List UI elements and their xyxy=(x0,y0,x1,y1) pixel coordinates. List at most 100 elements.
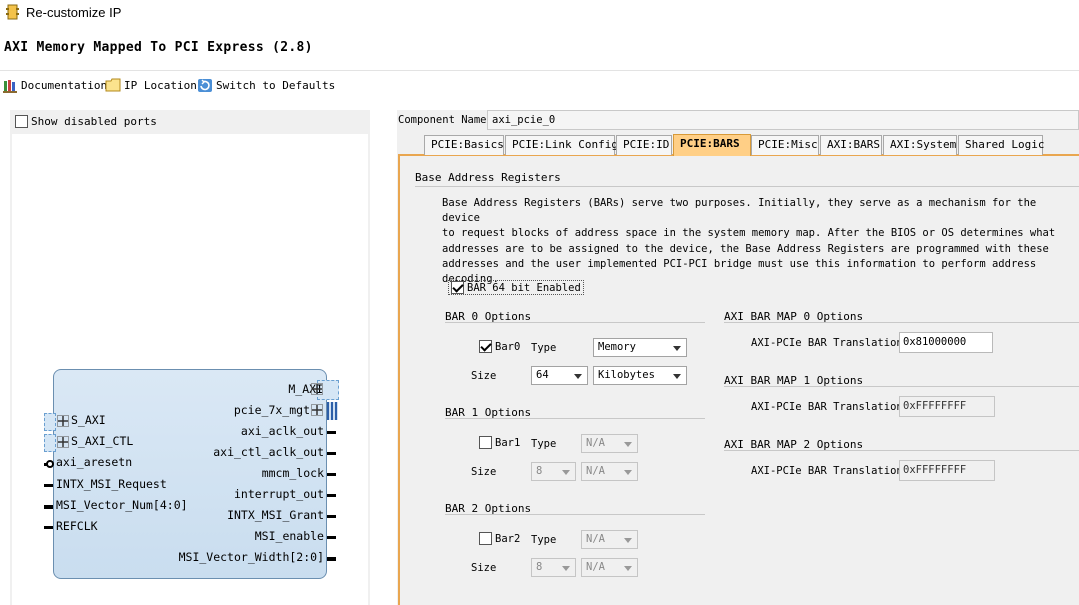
port-stub xyxy=(327,557,336,561)
bar0-unit-select[interactable]: Kilobytes xyxy=(593,366,687,385)
ip-location-button[interactable]: IP Location xyxy=(105,76,197,94)
chevron-down-icon xyxy=(624,566,632,571)
tab-pcie-basics[interactable]: PCIE:Basics xyxy=(424,135,504,155)
bar0-type-select[interactable]: Memory xyxy=(593,338,687,357)
plus-icon xyxy=(311,404,323,416)
chevron-down-icon xyxy=(624,470,632,475)
window-title: Re-customize IP xyxy=(26,5,122,20)
chevron-down-icon xyxy=(574,374,582,379)
port-stub xyxy=(44,484,53,487)
size-label: Size xyxy=(471,466,497,478)
bar64-checkbox[interactable]: BAR 64 bit Enabled xyxy=(448,280,584,295)
component-name-field[interactable]: axi_pcie_0 xyxy=(487,110,1079,130)
port-intx-msi-request[interactable]: INTX_MSI_Request xyxy=(56,477,167,491)
type-label: Type xyxy=(531,534,557,546)
translation-label: AXI-PCIe BAR Translation xyxy=(751,465,903,477)
section-divider xyxy=(445,514,705,515)
bar2-type-select[interactable]: N/A xyxy=(581,530,638,549)
port-stub xyxy=(44,526,53,529)
checkbox-box[interactable] xyxy=(479,436,492,449)
chevron-down-icon xyxy=(624,538,632,543)
bar0-size-select[interactable]: 64 xyxy=(531,366,588,385)
s-axi-ctl-port-marker xyxy=(44,434,56,452)
documentation-button[interactable]: Documentation xyxy=(3,76,107,94)
port-msi-enable[interactable]: MSI_enable xyxy=(160,529,324,543)
port-pcie-7x-mgt[interactable]: pcie_7x_mgt xyxy=(200,403,310,417)
port-stub xyxy=(327,473,336,476)
switch-defaults-label: Switch to Defaults xyxy=(216,78,336,92)
checkbox-box[interactable] xyxy=(479,340,492,353)
checkbox-box[interactable] xyxy=(451,281,464,294)
tab-axi-system[interactable]: AXI:System xyxy=(883,135,957,155)
section-title: Base Address Registers xyxy=(415,171,561,184)
type-label: Type xyxy=(531,438,557,450)
active-low-marker xyxy=(46,460,54,468)
tab-pcie-id[interactable]: PCIE:ID xyxy=(616,135,672,155)
tab-pcie-link-config[interactable]: PCIE:Link Config xyxy=(505,135,618,155)
port-stub xyxy=(327,494,336,497)
port-stub xyxy=(327,452,336,455)
port-mmcm-lock[interactable]: mmcm_lock xyxy=(160,466,324,480)
section-divider xyxy=(445,322,705,323)
bar1-size-select[interactable]: 8 xyxy=(531,462,576,481)
ip-location-label: IP Location xyxy=(124,78,197,92)
type-label: Type xyxy=(531,342,557,354)
port-stub xyxy=(327,536,336,539)
component-name-label: Component Name xyxy=(398,114,487,126)
bar0-checkbox[interactable]: Bar0 xyxy=(479,340,520,353)
port-refclk[interactable]: REFCLK xyxy=(56,519,98,533)
checkbox-box[interactable] xyxy=(479,532,492,545)
app-icon xyxy=(6,4,19,20)
ip-name-heading: AXI Memory Mapped To PCI Express (2.8) xyxy=(4,40,313,55)
port-axi-aresetn[interactable]: axi_aresetn xyxy=(56,455,132,469)
tab-shared-logic[interactable]: Shared Logic xyxy=(958,135,1044,155)
chevron-down-icon xyxy=(562,566,570,571)
tab-pcie-bars[interactable]: PCIE:BARS xyxy=(673,134,751,156)
folder-icon xyxy=(105,78,121,92)
chevron-down-icon xyxy=(562,470,570,475)
title-bar: Re-customize IP xyxy=(0,0,1079,26)
tab-axi-bars[interactable]: AXI:BARS xyxy=(820,135,882,155)
bar1-type-select[interactable]: N/A xyxy=(581,434,638,453)
documentation-label: Documentation xyxy=(21,78,108,92)
port-msi-vector-width[interactable]: MSI_Vector_Width[2:0] xyxy=(150,550,324,564)
size-label: Size xyxy=(471,370,497,382)
port-s-axi[interactable]: S_AXI xyxy=(71,413,106,427)
bar2-checkbox[interactable]: Bar2 xyxy=(479,532,520,545)
show-disabled-ports-label: Show disabled ports xyxy=(31,115,157,128)
section-divider xyxy=(415,186,1079,187)
bars-description: Base Address Registers (BARs) serve two … xyxy=(442,197,1056,286)
show-disabled-ports-checkbox[interactable]: Show disabled ports xyxy=(15,115,157,128)
chevron-down-icon xyxy=(673,346,681,351)
translation-label: AXI-PCIe BAR Translation xyxy=(751,401,903,413)
port-stub xyxy=(327,515,336,518)
port-axi-ctl-aclk-out[interactable]: axi_ctl_aclk_out xyxy=(160,445,324,459)
port-stub xyxy=(44,505,53,509)
plus-icon xyxy=(57,415,69,427)
map1-translation-field[interactable]: 0xFFFFFFFF xyxy=(899,396,995,417)
divider xyxy=(0,70,1079,71)
section-divider xyxy=(724,386,1079,387)
port-axi-aclk-out[interactable]: axi_aclk_out xyxy=(160,424,324,438)
books-icon xyxy=(3,79,17,93)
map2-translation-field[interactable]: 0xFFFFFFFF xyxy=(899,460,995,481)
pcie-mgt-port-marker xyxy=(327,402,338,420)
plus-icon xyxy=(311,383,323,395)
bar2-unit-select[interactable]: N/A xyxy=(581,558,638,577)
plus-icon xyxy=(57,436,69,448)
port-stub xyxy=(327,431,336,434)
bar1-checkbox[interactable]: Bar1 xyxy=(479,436,520,449)
checkbox-box[interactable] xyxy=(15,115,28,128)
port-msi-vector-num[interactable]: MSI_Vector_Num[4:0] xyxy=(56,498,188,512)
section-divider xyxy=(724,322,1079,323)
section-divider xyxy=(445,418,705,419)
chevron-down-icon xyxy=(673,374,681,379)
s-axi-port-marker xyxy=(44,413,56,431)
tab-pcie-misc[interactable]: PCIE:Misc xyxy=(751,135,819,155)
bar1-unit-select[interactable]: N/A xyxy=(581,462,638,481)
port-s-axi-ctl[interactable]: S_AXI_CTL xyxy=(71,434,133,448)
bar2-size-select[interactable]: 8 xyxy=(531,558,576,577)
size-label: Size xyxy=(471,562,497,574)
switch-defaults-button[interactable]: Switch to Defaults xyxy=(197,76,335,94)
map0-translation-field[interactable]: 0x81000000 xyxy=(899,332,993,353)
